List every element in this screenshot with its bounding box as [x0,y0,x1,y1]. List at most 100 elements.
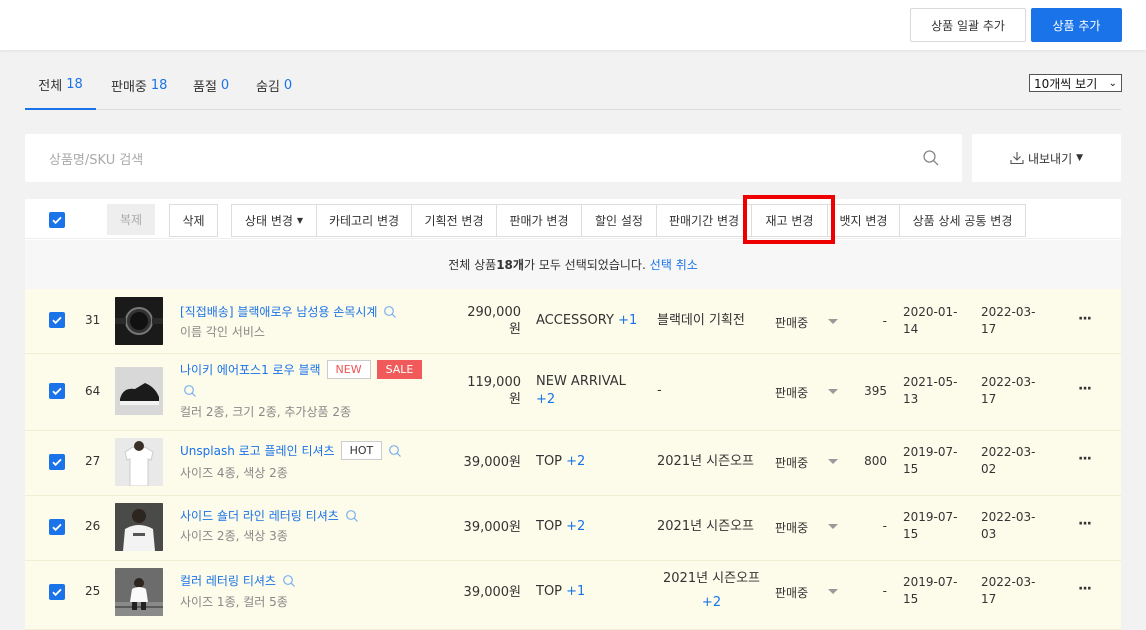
price-unit: 원 [509,392,521,407]
product-thumbnail[interactable] [115,367,163,415]
search-icon[interactable] [922,149,940,167]
row-checkbox[interactable] [49,383,65,399]
table-row[interactable]: 27 Unsplash 로고 플레인 티셔츠 HOT 사이즈 4종, 색상 2종… [25,431,1121,496]
category-more[interactable]: +2 [536,391,626,409]
product-options: 사이즈 2종, 색상 3종 [180,529,288,543]
tshirt-image [115,503,163,551]
date-part: 17 [981,322,997,336]
table-row[interactable]: 31 [직접배송] 블랙애로우 남성용 손목시계 이름 각인 서비스 290,0… [25,289,1121,354]
export-label: 내보내기 [1027,151,1073,166]
category-change-button[interactable]: 카테고리 변경 [316,204,412,237]
product-thumbnail[interactable] [115,297,163,345]
more-icon[interactable]: ··· [1078,381,1092,397]
product-name-link[interactable]: Unsplash 로고 플레인 티셔츠 HOT [180,441,402,460]
created-date: 2019-07- 15 [903,574,957,608]
search-icon[interactable] [383,305,397,319]
date-part: 13 [903,392,919,406]
copy-button[interactable]: 복제 [107,204,155,235]
bulk-toolbar: 복제 삭제 상태 변경 ▼ 카테고리 변경 기획전 변경 판매가 변경 할인 설… [25,199,1121,239]
product-category: NEW ARRIVAL +2 [536,373,626,409]
more-icon[interactable]: ··· [1078,451,1092,467]
row-checkbox[interactable] [49,312,65,328]
more-icon[interactable]: ··· [1078,581,1092,597]
promo-more[interactable]: +2 [663,593,760,613]
product-name-link[interactable]: [직접배송] 블랙애로우 남성용 손목시계 [180,303,397,320]
add-product-button[interactable]: 상품 추가 [1031,8,1122,42]
deselect-link[interactable]: 선택 취소 [650,256,698,273]
category-more[interactable]: +2 [566,519,585,534]
product-stock: 395 [864,384,887,398]
product-stock: - [882,584,887,598]
export-button[interactable]: 내보내기 ▼ [972,134,1121,182]
table-row[interactable]: 25 컬러 레터링 티셔츠 사이즈 1종, 컬러 5종 39,000원 TOP … [25,561,1121,630]
product-thumbnail[interactable] [115,568,163,616]
product-thumbnail[interactable] [115,438,163,486]
period-change-button[interactable]: 판매기간 변경 [656,204,752,237]
row-checkbox[interactable] [49,584,65,600]
product-options: 컬러 2종, 크기 2종, 추가상품 2종 [180,405,352,419]
more-icon[interactable]: ··· [1078,311,1092,327]
detail-common-change-button[interactable]: 상품 상세 공통 변경 [899,204,1026,237]
badge-change-button[interactable]: 뱃지 변경 [827,204,900,237]
delete-button[interactable]: 삭제 [169,204,218,237]
search-icon[interactable] [388,444,402,458]
category-more[interactable]: +1 [618,313,637,328]
status-select[interactable]: 판매중 [775,519,808,536]
sneaker-image [115,367,163,415]
discount-button[interactable]: 할인 설정 [581,204,657,237]
tab-all[interactable]: 전체 18 [25,60,96,110]
status-select[interactable]: 판매중 [775,584,808,601]
promo-change-button[interactable]: 기획전 변경 [411,204,497,237]
date-part: 2022-03- [981,375,1036,389]
search-bar[interactable]: 상품명/SKU 검색 [25,134,962,182]
category-more[interactable]: +1 [566,584,585,599]
product-name-link[interactable]: 컬러 레터링 티셔츠 [180,572,296,589]
date-part: 2021-05- [903,375,958,389]
tab-sold-out[interactable]: 품절 0 [193,60,229,110]
caret-down-icon[interactable] [828,389,838,394]
page-size-value: 10개씩 보기 [1034,76,1098,91]
tab-hidden[interactable]: 숨김 0 [256,60,292,110]
selection-notice: 전체 상품 18개 가 모두 선택되었습니다. 선택 취소 [25,240,1121,289]
date-part: 2019-07- [903,510,958,524]
price-change-button[interactable]: 판매가 변경 [496,204,582,237]
row-checkbox[interactable] [49,519,65,535]
caret-down-icon[interactable] [828,459,838,464]
status-select[interactable]: 판매중 [775,454,808,471]
search-icon[interactable] [183,384,197,398]
search-icon[interactable] [282,574,296,588]
status-tabs: 전체 18 판매중 18 품절 0 숨김 0 [25,60,1121,110]
date-part: 14 [903,322,919,336]
search-icon[interactable] [345,509,359,523]
status-change-button[interactable]: 상태 변경 ▼ [231,204,317,237]
product-thumbnail[interactable] [115,503,163,551]
caret-down-icon[interactable] [828,319,838,324]
caret-down-icon[interactable] [828,524,838,529]
tab-on-sale[interactable]: 판매중 18 [111,60,167,110]
date-part: 2019-07- [903,445,958,459]
badge-hot: HOT [340,441,383,460]
check-icon [52,387,62,396]
tab-label: 전체 [38,78,63,94]
caret-down-icon[interactable] [828,589,838,594]
product-name-link[interactable]: 나이키 에어포스1 로우 블랙 NEW SALE [180,360,423,379]
updated-date: 2022-03- 17 [981,574,1035,608]
row-checkbox[interactable] [49,454,65,470]
date-part: 17 [981,592,997,606]
price-value: 39,000원 [463,520,521,535]
check-icon [52,216,62,225]
page-size-select[interactable]: 10개씩 보기 ⌄ [1029,74,1122,92]
category-more[interactable]: +2 [566,454,585,469]
select-all-checkbox[interactable] [49,212,65,228]
search-input[interactable]: 상품명/SKU 검색 [49,149,143,168]
bulk-add-button[interactable]: 상품 일괄 추가 [910,8,1026,42]
table-row[interactable]: 64 나이키 에어포스1 로우 블랙 NEW SALE 컬러 2종, 크기 2종… [25,354,1121,431]
product-name-link[interactable]: 사이드 숄더 라인 레터링 티셔츠 [180,507,359,524]
status-select[interactable]: 판매중 [775,314,808,331]
more-icon[interactable]: ··· [1078,516,1092,532]
price-unit: 원 [509,322,521,337]
table-row[interactable]: 26 사이드 숄더 라인 레터링 티셔츠 사이즈 2종, 색상 3종 39,00… [25,496,1121,561]
updated-date: 2022-03- 03 [981,509,1035,543]
status-select[interactable]: 판매중 [775,384,808,401]
promo-name: - [657,383,662,398]
